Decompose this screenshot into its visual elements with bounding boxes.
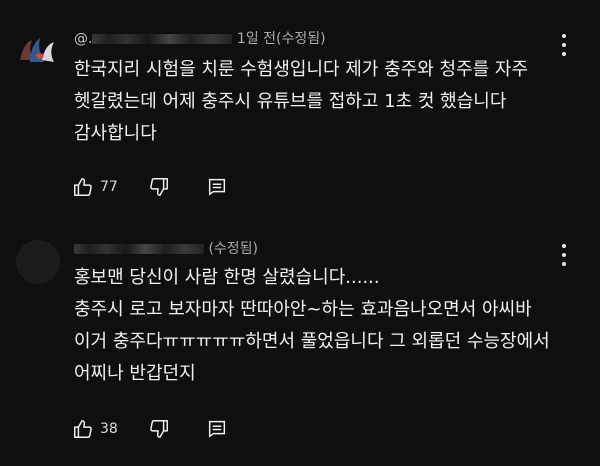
reply-icon (208, 178, 225, 196)
comment-text: 홍보맨 당신이 사람 한명 살렸습니다...... 충주시 로고 보자마자 딴따… (74, 262, 574, 390)
comment-timestamp[interactable]: 1일 전(수정됨) (237, 31, 326, 47)
redacted-handle (92, 34, 233, 44)
thumbs-down-icon (150, 178, 168, 196)
comment-meta: @. 1일 전(수정됨) (74, 28, 326, 48)
redacted-handle (74, 244, 204, 254)
comment-text: 한국지리 시험을 치룬 수험생입니다 제가 충주와 청주를 자주 헷갈렸는데 어… (74, 54, 574, 150)
avatar[interactable] (16, 30, 60, 74)
comment-meta: (수정됨) (74, 238, 258, 258)
comment-actions: 38 (72, 416, 228, 442)
comment-line: 이거 충주다ㅠㅠㅠㅠㅠ하면서 풀었읍니다 그 외롭던 수능장에서 (74, 331, 550, 352)
thumbs-down-icon (150, 420, 168, 438)
comment-line: 홍보맨 당신이 사람 한명 살렸습니다...... (74, 267, 380, 288)
comment-line: 헷갈렸는데 어제 충주시 유튜브를 접하고 1초 컷 했습니다 (74, 91, 507, 112)
comment-line: 감사합니다 (74, 123, 157, 144)
avatar[interactable] (16, 240, 60, 284)
like-count: 77 (100, 179, 118, 195)
comment-actions: 77 (72, 174, 228, 200)
comment-line: 충주시 로고 보자마자 딴따아안~하는 효과음나오면서 아씨바 (74, 299, 532, 320)
thumbs-up-icon (74, 420, 92, 438)
comment-line: 한국지리 시험을 치룬 수험생입니다 제가 충주와 청주를 자주 (74, 59, 529, 80)
more-vert-icon[interactable] (556, 34, 572, 56)
like-button[interactable]: 77 (72, 176, 148, 198)
comment-timestamp[interactable]: (수정됨) (208, 241, 258, 257)
reply-icon (208, 420, 225, 438)
comment-line: 어찌나 반갑던지 (74, 363, 196, 384)
like-button[interactable]: 38 (72, 418, 148, 440)
reply-button[interactable] (206, 418, 228, 440)
reply-button[interactable] (206, 176, 228, 198)
dislike-button[interactable] (148, 176, 170, 198)
author-handle[interactable]: @. (74, 31, 92, 47)
like-count: 38 (100, 421, 118, 437)
thumbs-up-icon (74, 178, 92, 196)
dislike-button[interactable] (148, 418, 170, 440)
